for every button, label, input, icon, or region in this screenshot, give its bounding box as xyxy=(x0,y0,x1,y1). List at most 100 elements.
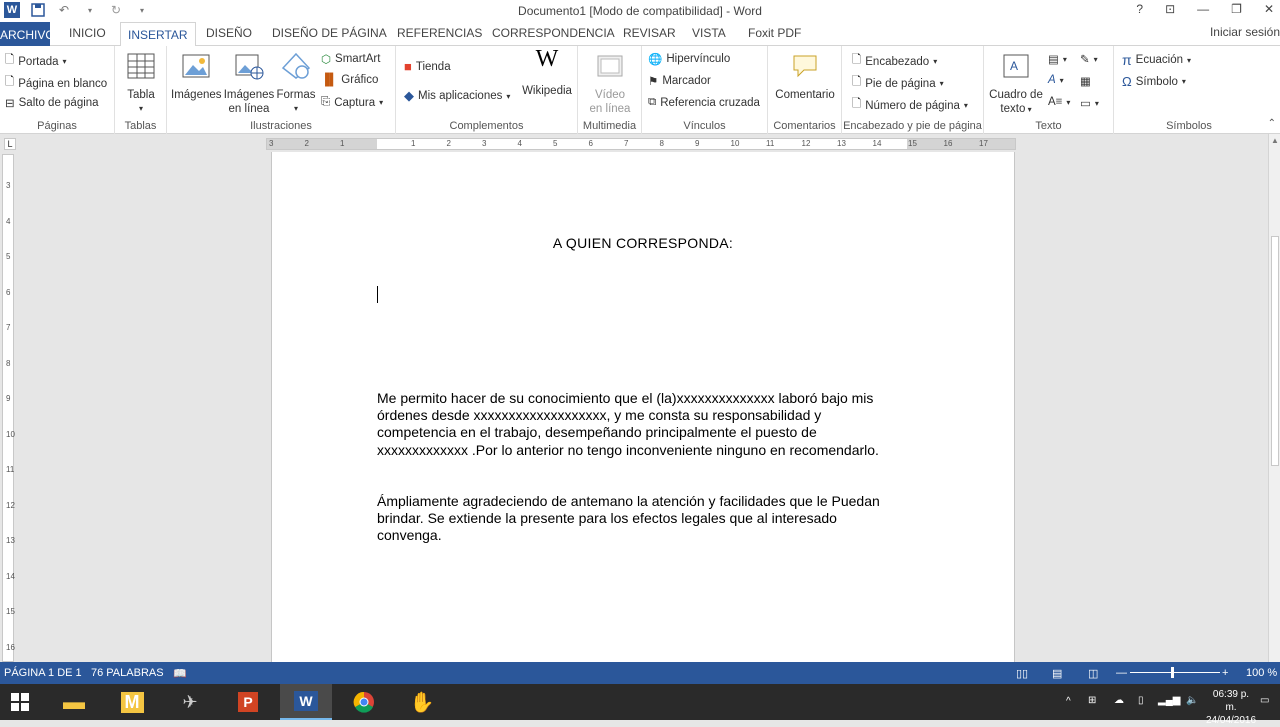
ruler-tick-label: 7 xyxy=(6,323,11,332)
tray-windows-icon[interactable]: ⊞ xyxy=(1088,694,1096,707)
word-count[interactable]: 76 PALABRAS xyxy=(91,667,164,679)
group-ilustraciones: Imágenes Imágenes en línea Formas ▾ ⬡ Sma… xyxy=(167,46,396,134)
tab-diseno-pagina[interactable]: DISEÑO DE PÁGINA xyxy=(272,26,387,40)
tray-battery-icon[interactable]: ▯ xyxy=(1138,694,1144,707)
pagina-blanco-button[interactable]: 🗋 Página en blanco xyxy=(5,74,107,93)
restore-icon[interactable]: ❐ xyxy=(1231,2,1242,16)
help-icon[interactable]: ? xyxy=(1136,2,1143,16)
signature-line-button[interactable]: ✎ ▾ xyxy=(1080,52,1098,66)
tab-inicio[interactable]: INICIO xyxy=(69,26,106,40)
tray-chevron-icon[interactable]: ^ xyxy=(1066,695,1071,708)
date-time-button[interactable]: ▦ xyxy=(1080,74,1091,88)
status-bar: PÁGINA 1 DE 1 76 PALABRAS 📖 ▯▯ ▤ ◫ — + 1… xyxy=(0,662,1280,684)
close-icon[interactable]: ✕ xyxy=(1264,2,1274,16)
cuadro-texto-button[interactable]: A Cuadro de texto ▾ xyxy=(986,52,1046,117)
zoom-in-icon[interactable]: + xyxy=(1222,667,1228,679)
table-icon xyxy=(127,53,155,79)
taskbar-powerpoint[interactable]: P xyxy=(222,684,274,720)
signature-icon: ✎ xyxy=(1080,54,1090,66)
tab-foxit[interactable]: Foxit PDF xyxy=(748,26,801,40)
zoom-slider-thumb[interactable] xyxy=(1171,667,1174,678)
scrollbar-thumb[interactable] xyxy=(1271,236,1279,466)
collapse-ribbon-icon[interactable]: ⌃ xyxy=(1268,118,1276,129)
tabla-button[interactable]: Tabla ▾ xyxy=(123,52,159,116)
chevron-down-icon: ▾ xyxy=(1181,77,1186,86)
ecuacion-button[interactable]: π Ecuación ▾ xyxy=(1122,52,1191,68)
smartart-button[interactable]: ⬡ SmartArt xyxy=(321,52,380,66)
zoom-out-icon[interactable]: — xyxy=(1116,667,1127,679)
imagenes-button[interactable]: Imágenes xyxy=(171,52,222,102)
page-indicator[interactable]: PÁGINA 1 DE 1 xyxy=(4,667,82,679)
marcador-button[interactable]: ⚑ Marcador xyxy=(648,74,711,88)
ruler-tick-label: 1 xyxy=(340,139,345,148)
tab-revisar[interactable]: REVISAR xyxy=(623,26,676,40)
taskbar-m-app[interactable]: M xyxy=(106,684,158,720)
ribbon-display-icon[interactable]: ⊡ xyxy=(1165,2,1175,16)
start-button[interactable] xyxy=(0,684,40,720)
imagenes-linea-button[interactable]: Imágenes en línea xyxy=(223,52,275,116)
taskbar-glove-app[interactable]: ✋ xyxy=(396,684,448,720)
vertical-ruler[interactable]: 3 4 5 6 7 8 9 10 11 12 13 14 15 16 xyxy=(2,154,15,662)
video-label-1: Vídeo xyxy=(594,89,626,101)
quick-parts-button[interactable]: ▤ ▾ xyxy=(1048,52,1067,66)
taskbar-satellite-app[interactable]: ✈ xyxy=(164,684,216,720)
simbolo-button[interactable]: Ω Símbolo ▾ xyxy=(1122,74,1186,89)
numero-label: Número de página xyxy=(865,99,960,112)
zoom-slider[interactable] xyxy=(1130,667,1220,678)
clock-date: 24/04/2016 xyxy=(1206,715,1257,726)
web-layout-icon[interactable]: ◫ xyxy=(1088,667,1098,680)
zoom-level[interactable]: 100 % xyxy=(1246,667,1277,679)
taskbar-file-explorer[interactable]: ▬ xyxy=(48,684,100,720)
signin-link[interactable]: Iniciar sesión xyxy=(1210,25,1280,39)
svg-text:A: A xyxy=(1010,59,1018,73)
tab-vista[interactable]: VISTA xyxy=(692,26,726,40)
object-button[interactable]: ▭ ▾ xyxy=(1080,96,1099,110)
group-tablas: Tabla ▾ Tablas xyxy=(115,46,167,134)
comentario-button[interactable]: Comentario xyxy=(772,52,838,102)
tray-clock[interactable]: 06:39 p. m. 24/04/2016 xyxy=(1206,688,1256,727)
pie-pagina-button[interactable]: 🗋 Pie de página ▾ xyxy=(852,74,944,93)
formas-button[interactable]: Formas ▾ xyxy=(275,52,317,116)
group-label-encabezado: Encabezado y pie de página xyxy=(843,120,982,132)
encabezado-button[interactable]: 🗋 Encabezado ▾ xyxy=(852,52,937,71)
salto-pagina-button[interactable]: ⊟ Salto de página xyxy=(5,96,99,110)
tab-selector[interactable]: L xyxy=(4,138,16,150)
tray-volume-icon[interactable]: 🔈 xyxy=(1186,694,1198,707)
portada-button[interactable]: 🗋 Portada ▾ xyxy=(5,52,67,71)
grafico-button[interactable]: ▐▌ Gráfico xyxy=(321,74,378,86)
numero-pagina-button[interactable]: 🗋 Número de página ▾ xyxy=(852,96,968,115)
proofing-icon[interactable]: 📖 xyxy=(173,667,187,680)
tab-diseno[interactable]: DISEÑO xyxy=(206,26,252,40)
horizontal-ruler[interactable]: 3 2 1 1 2 3 4 5 6 7 8 9 10 11 12 13 14 15 16 17 xyxy=(266,138,1016,150)
referencia-cruzada-button[interactable]: ⧉ Referencia cruzada xyxy=(648,96,760,109)
hipervinculo-button[interactable]: 🌐 Hipervínculo xyxy=(648,52,730,66)
encabezado-label: Encabezado xyxy=(865,55,930,68)
taskbar-chrome[interactable] xyxy=(338,684,390,720)
print-layout-icon[interactable]: ▤ xyxy=(1052,667,1062,680)
word-icon: W xyxy=(294,691,318,711)
tab-referencias[interactable]: REFERENCIAS xyxy=(397,26,482,40)
tab-insertar[interactable]: INSERTAR xyxy=(120,22,196,47)
mis-aplicaciones-button[interactable]: ◆ Mis aplicaciones ▾ xyxy=(404,88,510,104)
drop-cap-button[interactable]: A≡ ▾ xyxy=(1048,96,1070,108)
scroll-up-icon[interactable]: ▲ xyxy=(1271,136,1279,145)
tray-notifications-icon[interactable]: ▭ xyxy=(1260,694,1269,707)
tab-correspondencia[interactable]: CORRESPONDENCIA xyxy=(492,26,615,40)
read-mode-icon[interactable]: ▯▯ xyxy=(1016,667,1028,680)
window-title: Documento1 [Modo de compatibilidad] - Wo… xyxy=(518,4,762,18)
tab-archivo[interactable]: ARCHIVO xyxy=(0,22,55,46)
video-linea-button[interactable]: Vídeo en línea xyxy=(586,52,634,116)
wordart-button[interactable]: A ▾ xyxy=(1048,74,1064,86)
tray-network-icon[interactable]: ▂▄▆ xyxy=(1158,694,1180,707)
object-icon: ▭ xyxy=(1080,98,1091,110)
picture-icon xyxy=(182,54,210,78)
document-page[interactable]: A QUIEN CORRESPONDA: Me permito hacer de… xyxy=(271,152,1015,662)
vertical-scrollbar[interactable]: ▲ xyxy=(1268,134,1280,662)
captura-button[interactable]: ⎘ Captura ▾ xyxy=(321,96,383,109)
tray-onedrive-icon[interactable]: ☁ xyxy=(1114,694,1124,707)
tienda-button[interactable]: ■ Tienda xyxy=(404,59,451,74)
minimize-icon[interactable]: — xyxy=(1197,2,1209,16)
wikipedia-button[interactable]: W Wikipedia xyxy=(520,47,574,98)
quick-parts-icon: ▤ xyxy=(1048,54,1059,66)
taskbar-word[interactable]: W xyxy=(280,684,332,720)
